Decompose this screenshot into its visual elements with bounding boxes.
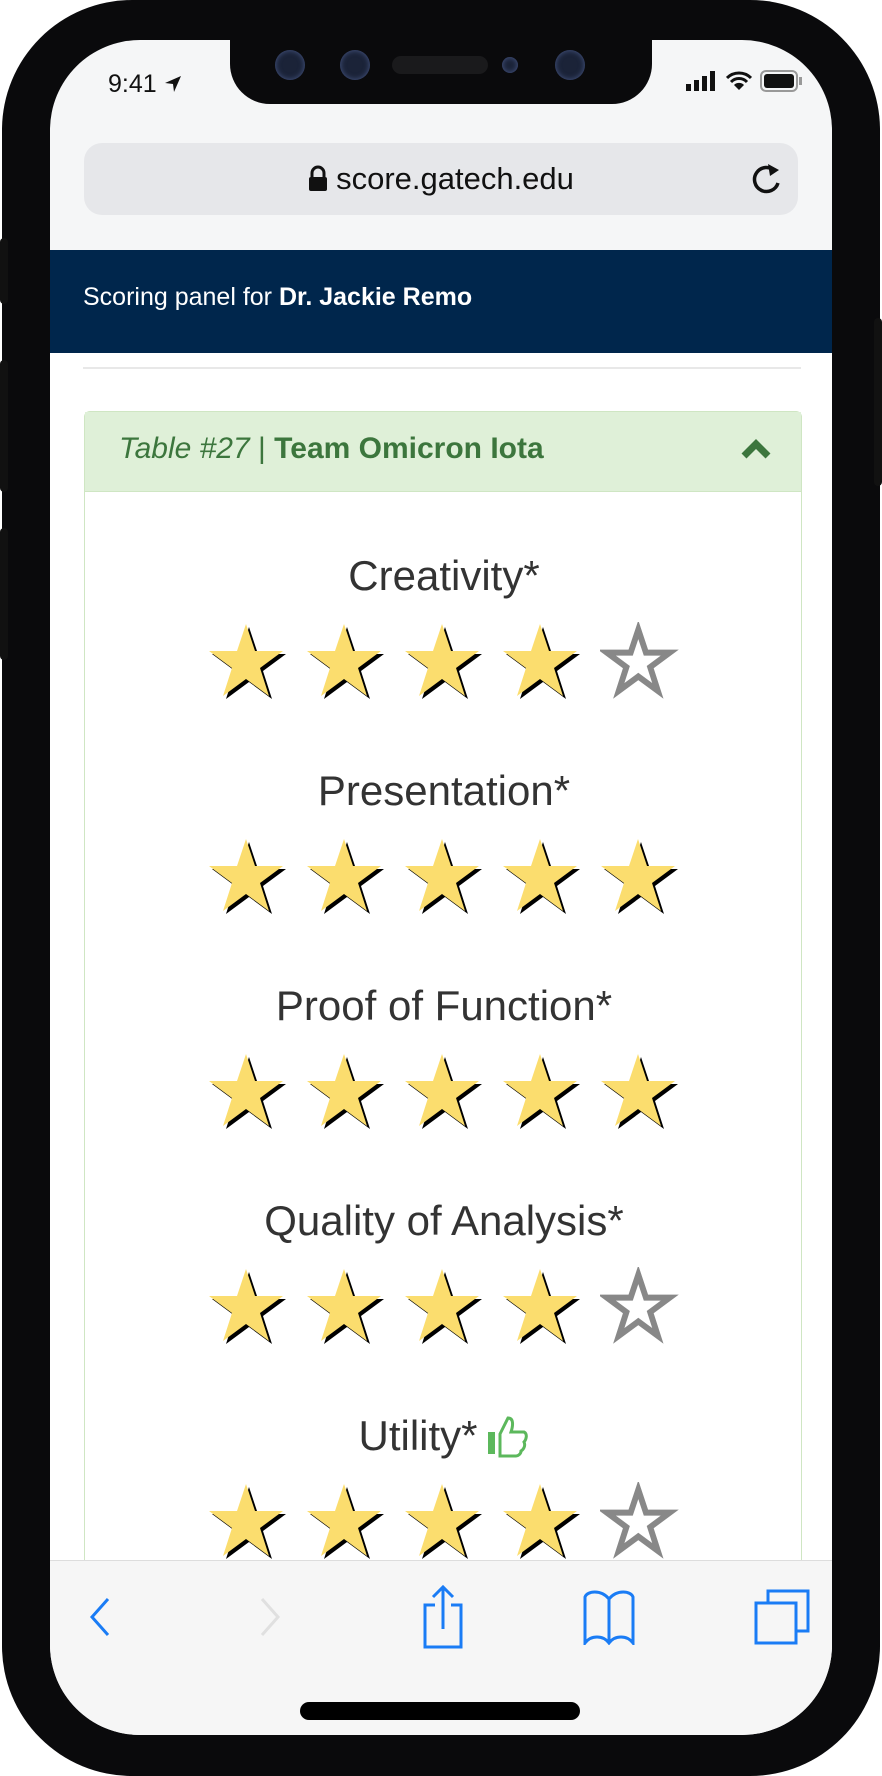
header-prefix: Scoring panel for: [83, 283, 279, 311]
criterion-1: Presentation*: [85, 767, 803, 915]
star-rating[interactable]: [85, 1267, 803, 1345]
star-filled-icon[interactable]: [208, 1052, 288, 1130]
separator: |: [249, 432, 275, 465]
screen: 9:41 score.gatech.edu Scoring panel for …: [50, 40, 832, 1735]
star-empty-icon[interactable]: [600, 1267, 680, 1345]
star-empty-icon[interactable]: [600, 622, 680, 700]
star-filled-icon[interactable]: [306, 622, 386, 700]
star-filled-icon[interactable]: [404, 1482, 484, 1560]
power-button: [874, 318, 882, 486]
bookmarks-icon[interactable]: [581, 1589, 637, 1645]
star-filled-icon[interactable]: [502, 837, 582, 915]
criterion-label: Creativity*: [348, 552, 540, 599]
time-text: 9:41: [108, 70, 157, 98]
back-icon[interactable]: [88, 1597, 112, 1637]
star-filled-icon[interactable]: [208, 1482, 288, 1560]
star-filled-icon[interactable]: [502, 622, 582, 700]
page-content: Table #27 | Team Omicron Iota Creativity…: [50, 353, 832, 1611]
criterion-4: Utility*: [85, 1412, 803, 1560]
star-filled-icon[interactable]: [502, 1482, 582, 1560]
forward-icon[interactable]: [258, 1597, 282, 1637]
judge-name: Dr. Jackie Remo: [278, 283, 473, 311]
star-filled-icon[interactable]: [208, 837, 288, 915]
camera-icon: [340, 50, 370, 80]
team-card: Table #27 | Team Omicron Iota Creativity…: [84, 411, 802, 1611]
star-rating[interactable]: [85, 622, 803, 700]
status-icons: [686, 70, 802, 92]
star-filled-icon[interactable]: [306, 1052, 386, 1130]
criterion-label: Utility*: [358, 1412, 478, 1459]
mute-switch: [0, 238, 8, 304]
home-indicator[interactable]: [300, 1702, 580, 1720]
star-filled-icon[interactable]: [404, 837, 484, 915]
star-filled-icon[interactable]: [404, 622, 484, 700]
star-filled-icon[interactable]: [208, 622, 288, 700]
url-text: score.gatech.edu: [336, 161, 574, 196]
star-filled-icon[interactable]: [502, 1267, 582, 1345]
criterion-3: Quality of Analysis*: [85, 1197, 803, 1345]
reload-icon[interactable]: [750, 161, 784, 197]
star-filled-icon[interactable]: [404, 1052, 484, 1130]
wifi-icon: [726, 71, 752, 90]
camera-icon: [275, 50, 305, 80]
criterion-label: Quality of Analysis*: [264, 1197, 624, 1244]
criterion-2: Proof of Function*: [85, 982, 803, 1130]
card-header[interactable]: Table #27 | Team Omicron Iota: [85, 412, 801, 492]
page-header: Scoring panel for Dr. Jackie Remo: [50, 250, 832, 353]
volume-down-button: [0, 528, 8, 660]
star-rating[interactable]: [85, 1482, 803, 1560]
star-filled-icon[interactable]: [208, 1267, 288, 1345]
location-arrow-icon: [164, 76, 181, 92]
star-filled-icon[interactable]: [600, 837, 680, 915]
camera-icon: [555, 50, 585, 80]
thumbs-up-icon: [487, 1416, 528, 1458]
share-icon[interactable]: [421, 1585, 465, 1649]
star-rating[interactable]: [85, 837, 803, 915]
star-filled-icon[interactable]: [502, 1052, 582, 1130]
criterion-label: Proof of Function*: [275, 982, 613, 1029]
team-name: Team Omicron Iota: [274, 432, 544, 465]
star-rating[interactable]: [85, 1052, 803, 1130]
criterion-0: Creativity*: [85, 552, 803, 700]
tabs-icon[interactable]: [754, 1589, 810, 1645]
battery-icon: [760, 70, 802, 92]
star-empty-icon[interactable]: [600, 1482, 680, 1560]
table-number: Table #27: [119, 432, 250, 465]
speaker: [392, 56, 488, 74]
signal-icon: [686, 71, 715, 91]
criterion-label: Presentation*: [317, 767, 571, 814]
star-filled-icon[interactable]: [306, 837, 386, 915]
address-bar[interactable]: score.gatech.edu: [84, 143, 798, 215]
sensor: [502, 57, 518, 73]
divider: [83, 367, 801, 369]
status-time: 9:41: [108, 70, 182, 99]
star-filled-icon[interactable]: [306, 1482, 386, 1560]
star-filled-icon[interactable]: [306, 1267, 386, 1345]
star-filled-icon[interactable]: [600, 1052, 680, 1130]
chevron-up-icon[interactable]: [741, 438, 771, 460]
star-filled-icon[interactable]: [404, 1267, 484, 1345]
notch: [230, 40, 652, 104]
lock-icon: [309, 165, 328, 191]
volume-up-button: [0, 360, 8, 492]
